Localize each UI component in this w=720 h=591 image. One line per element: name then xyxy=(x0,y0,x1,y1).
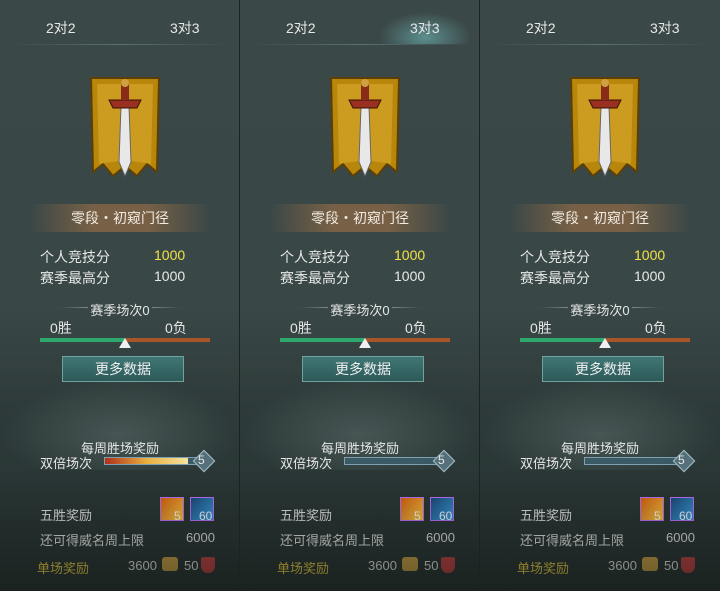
single-match-reward-label: 单场奖励 xyxy=(37,561,90,576)
season-high-value: 1000 xyxy=(154,268,186,284)
personal-score-row: 个人竞技分 1000 xyxy=(520,247,665,267)
single-reward-shields: 50 xyxy=(184,558,199,573)
wins-count: 0胜 xyxy=(530,320,552,336)
personal-score-row: 个人竞技分 1000 xyxy=(280,247,425,267)
season-matches: 赛季场次0 xyxy=(570,303,630,318)
win-loss-marker xyxy=(119,338,131,348)
remaining-weekly-label: 还可得威名周上限 xyxy=(520,533,625,548)
sword-banner-icon xyxy=(569,77,641,178)
rank-title: 零段・初窥门径 xyxy=(510,204,690,232)
double-matches-bar xyxy=(584,457,684,465)
reward-item-count: 60 xyxy=(199,509,213,523)
tab-3v3[interactable]: 3对3 xyxy=(410,18,440,38)
coin-icon xyxy=(402,557,418,571)
losses-count: 0负 xyxy=(165,320,187,336)
arena-panel-1: 2对2 3对3 零段・初窥门径 个人竞技分 1000 赛季最高分 1000 赛季… xyxy=(0,0,240,591)
arena-panel-2: 2对2 3对3 零段・初窥门径 个人竞技分 1000 赛季最高分 1000 赛季… xyxy=(240,0,480,591)
tab-2v2[interactable]: 2对2 xyxy=(526,18,556,38)
season-matches: 赛季场次0 xyxy=(90,303,150,318)
divider-right xyxy=(152,307,180,308)
arena-stage: 2对2 3对3 零段・初窥门径 个人竞技分 1000 赛季最高分 1000 赛季… xyxy=(0,0,720,591)
season-high-row: 赛季最高分 1000 xyxy=(280,268,425,288)
double-matches-value: 5 xyxy=(198,453,205,467)
remaining-weekly-label: 还可得威名周上限 xyxy=(40,533,145,548)
personal-score-label: 个人竞技分 xyxy=(280,249,350,265)
tab-2v2[interactable]: 2对2 xyxy=(46,18,76,38)
double-matches-label: 双倍场次 xyxy=(520,456,573,471)
double-matches-label: 双倍场次 xyxy=(40,456,93,471)
reward-item-count: 5 xyxy=(174,509,181,523)
coin-icon xyxy=(162,557,178,571)
shield-icon xyxy=(201,557,215,573)
win-loss-marker xyxy=(599,338,611,348)
personal-score-value: 1000 xyxy=(154,247,186,263)
tab-underline xyxy=(10,44,229,45)
personal-score-label: 个人竞技分 xyxy=(40,249,110,265)
tab-2v2[interactable]: 2对2 xyxy=(286,18,316,38)
reward-item-count: 5 xyxy=(654,509,661,523)
double-matches-bar xyxy=(104,457,204,465)
double-matches-bar xyxy=(344,457,444,465)
personal-score-label: 个人竞技分 xyxy=(520,249,590,265)
sword-banner-icon xyxy=(329,77,401,178)
season-high-row: 赛季最高分 1000 xyxy=(520,268,665,288)
single-reward-coins: 3600 xyxy=(128,558,157,573)
sword-banner-icon xyxy=(89,77,161,178)
divider-right xyxy=(392,307,420,308)
more-data-button[interactable]: 更多数据 xyxy=(302,356,424,382)
personal-score-value: 1000 xyxy=(394,247,426,263)
season-high-row: 赛季最高分 1000 xyxy=(40,268,185,288)
divider-right xyxy=(632,307,660,308)
arena-panel-3: 2对2 3对3 零段・初窥门径 个人竞技分 1000 赛季最高分 1000 赛季… xyxy=(480,0,720,591)
reward-item-count: 60 xyxy=(439,509,453,523)
personal-score-row: 个人竞技分 1000 xyxy=(40,247,185,267)
mode-tabs: 2对2 3对3 xyxy=(480,0,720,46)
remaining-weekly-label: 还可得威名周上限 xyxy=(280,533,385,548)
losses-count: 0负 xyxy=(645,320,667,336)
season-matches: 赛季场次0 xyxy=(330,303,390,318)
season-high-value: 1000 xyxy=(394,268,426,284)
five-wins-label: 五胜奖励 xyxy=(40,508,93,523)
shield-icon xyxy=(681,557,695,573)
tab-3v3[interactable]: 3对3 xyxy=(650,18,680,38)
season-high-label: 赛季最高分 xyxy=(520,270,590,286)
single-reward-shields: 50 xyxy=(664,558,679,573)
reward-item-count: 60 xyxy=(679,509,693,523)
double-matches-fill xyxy=(105,458,189,464)
five-wins-label: 五胜奖励 xyxy=(280,508,333,523)
double-matches-value: 5 xyxy=(678,453,685,467)
more-data-button[interactable]: 更多数据 xyxy=(542,356,664,382)
double-matches-value: 5 xyxy=(438,453,445,467)
remaining-weekly-value: 6000 xyxy=(186,530,215,545)
single-reward-shields: 50 xyxy=(424,558,439,573)
rank-title: 零段・初窥门径 xyxy=(30,204,210,232)
more-data-button[interactable]: 更多数据 xyxy=(62,356,184,382)
tab-underline xyxy=(250,44,469,45)
season-high-label: 赛季最高分 xyxy=(40,270,110,286)
personal-score-value: 1000 xyxy=(634,247,666,263)
five-wins-label: 五胜奖励 xyxy=(520,508,573,523)
single-match-reward-label: 单场奖励 xyxy=(277,561,330,576)
wins-count: 0胜 xyxy=(50,320,72,336)
double-matches-label: 双倍场次 xyxy=(280,456,333,471)
mode-tabs: 2对2 3对3 xyxy=(0,0,239,46)
losses-count: 0负 xyxy=(405,320,427,336)
coin-icon xyxy=(642,557,658,571)
single-reward-coins: 3600 xyxy=(608,558,637,573)
tab-3v3[interactable]: 3对3 xyxy=(170,18,200,38)
remaining-weekly-value: 6000 xyxy=(666,530,695,545)
tab-underline xyxy=(490,44,710,45)
wins-count: 0胜 xyxy=(290,320,312,336)
mode-tabs: 2对2 3对3 xyxy=(240,0,479,46)
reward-item-count: 5 xyxy=(414,509,421,523)
season-high-value: 1000 xyxy=(634,268,666,284)
single-reward-coins: 3600 xyxy=(368,558,397,573)
season-high-label: 赛季最高分 xyxy=(280,270,350,286)
shield-icon xyxy=(441,557,455,573)
single-match-reward-label: 单场奖励 xyxy=(517,561,570,576)
remaining-weekly-value: 6000 xyxy=(426,530,455,545)
rank-title: 零段・初窥门径 xyxy=(270,204,450,232)
win-loss-marker xyxy=(359,338,371,348)
